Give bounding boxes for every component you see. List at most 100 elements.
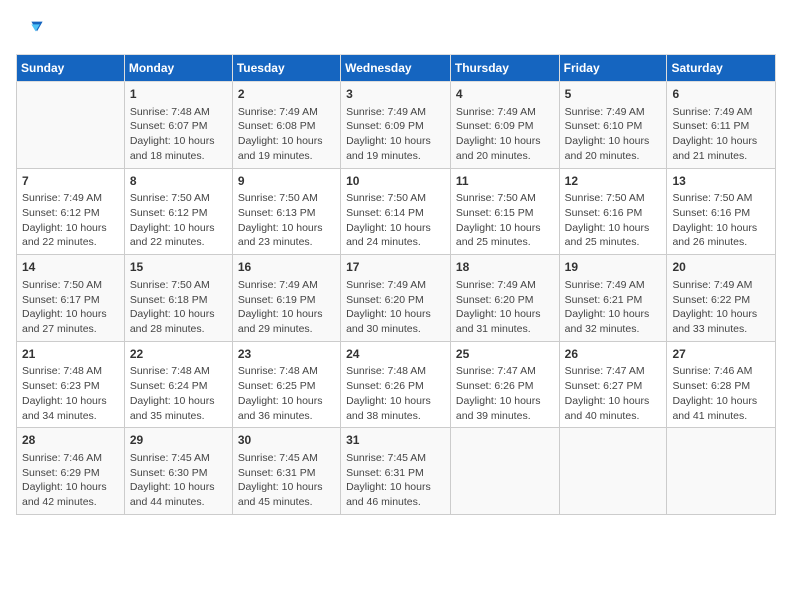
day-cell: 13Sunrise: 7:50 AMSunset: 6:16 PMDayligh… [667,168,776,255]
day-info: Sunrise: 7:48 AMSunset: 6:26 PMDaylight:… [346,364,445,423]
day-info: Sunrise: 7:45 AMSunset: 6:31 PMDaylight:… [346,451,445,510]
day-cell: 8Sunrise: 7:50 AMSunset: 6:12 PMDaylight… [124,168,232,255]
day-number: 24 [346,346,445,363]
day-number: 25 [456,346,554,363]
logo [16,16,48,44]
day-cell: 3 Sunrise: 7:49 AMSunset: 6:09 PMDaylight… [341,82,451,169]
day-number: 19 [565,259,662,276]
day-number: 21 [22,346,119,363]
day-info: Sunrise: 7:50 AMSunset: 6:17 PMDaylight:… [22,278,119,337]
day-info: Sunrise: 7:47 AMSunset: 6:26 PMDaylight:… [456,364,554,423]
day-cell [667,428,776,515]
day-number: 22 [130,346,227,363]
day-cell: 28Sunrise: 7:46 AMSunset: 6:29 PMDayligh… [17,428,125,515]
day-cell: 16 Sunrise: 7:49 AMSunset: 6:19 PMDayligh… [232,255,340,342]
day-number: 28 [22,432,119,449]
day-info: Sunrise: 7:49 AMSunset: 6:12 PMDaylight:… [22,191,119,250]
day-cell: 26Sunrise: 7:47 AMSunset: 6:27 PMDayligh… [559,341,667,428]
day-cell: 25Sunrise: 7:47 AMSunset: 6:26 PMDayligh… [450,341,559,428]
day-cell: 12Sunrise: 7:50 AMSunset: 6:16 PMDayligh… [559,168,667,255]
day-number: 29 [130,432,227,449]
page-header [16,16,776,44]
day-info: Sunrise: 7:49 AMSunset: 6:10 PMDaylight:… [565,105,662,164]
day-cell [450,428,559,515]
day-number: 13 [672,173,770,190]
day-number: 9 [238,173,335,190]
day-cell [17,82,125,169]
day-cell: 5 Sunrise: 7:49 AMSunset: 6:10 PMDaylight… [559,82,667,169]
day-info: Sunrise: 7:49 AMSunset: 6:11 PMDaylight:… [672,105,770,164]
header-day-wednesday: Wednesday [341,55,451,82]
day-info: Sunrise: 7:48 AMSunset: 6:23 PMDaylight:… [22,364,119,423]
day-number: 30 [238,432,335,449]
day-number: 3 [346,86,445,103]
day-info: Sunrise: 7:49 AMSunset: 6:08 PMDaylight:… [238,105,335,164]
header-day-saturday: Saturday [667,55,776,82]
day-info: Sunrise: 7:49 AMSunset: 6:20 PMDaylight:… [346,278,445,337]
day-cell: 10Sunrise: 7:50 AMSunset: 6:14 PMDayligh… [341,168,451,255]
day-number: 23 [238,346,335,363]
day-cell: 31 Sunrise: 7:45 AMSunset: 6:31 PMDayligh… [341,428,451,515]
day-info: Sunrise: 7:50 AMSunset: 6:13 PMDaylight:… [238,191,335,250]
day-number: 18 [456,259,554,276]
day-cell: 21Sunrise: 7:48 AMSunset: 6:23 PMDayligh… [17,341,125,428]
day-info: Sunrise: 7:50 AMSunset: 6:16 PMDaylight:… [565,191,662,250]
day-cell: 1Sunrise: 7:48 AMSunset: 6:07 PMDaylight… [124,82,232,169]
day-number: 26 [565,346,662,363]
day-info: Sunrise: 7:50 AMSunset: 6:16 PMDaylight:… [672,191,770,250]
day-number: 16 [238,259,335,276]
day-number: 31 [346,432,445,449]
day-cell: 14 Sunrise: 7:50 AMSunset: 6:17 PMDayligh… [17,255,125,342]
day-cell: 29 Sunrise: 7:45 AMSunset: 6:30 PMDayligh… [124,428,232,515]
day-cell [559,428,667,515]
day-info: Sunrise: 7:49 AMSunset: 6:20 PMDaylight:… [456,278,554,337]
day-info: Sunrise: 7:45 AMSunset: 6:30 PMDaylight:… [130,451,227,510]
week-row-5: 28Sunrise: 7:46 AMSunset: 6:29 PMDayligh… [17,428,776,515]
day-number: 5 [565,86,662,103]
day-info: Sunrise: 7:49 AMSunset: 6:19 PMDaylight:… [238,278,335,337]
day-number: 6 [672,86,770,103]
day-cell: 11Sunrise: 7:50 AMSunset: 6:15 PMDayligh… [450,168,559,255]
day-number: 7 [22,173,119,190]
day-info: Sunrise: 7:50 AMSunset: 6:12 PMDaylight:… [130,191,227,250]
day-number: 11 [456,173,554,190]
day-cell: 22Sunrise: 7:48 AMSunset: 6:24 PMDayligh… [124,341,232,428]
day-cell: 7Sunrise: 7:49 AMSunset: 6:12 PMDaylight… [17,168,125,255]
week-row-3: 14 Sunrise: 7:50 AMSunset: 6:17 PMDayligh… [17,255,776,342]
day-info: Sunrise: 7:50 AMSunset: 6:15 PMDaylight:… [456,191,554,250]
day-number: 8 [130,173,227,190]
day-number: 17 [346,259,445,276]
day-number: 20 [672,259,770,276]
day-cell: 6 Sunrise: 7:49 AMSunset: 6:11 PMDaylight… [667,82,776,169]
day-info: Sunrise: 7:49 AMSunset: 6:09 PMDaylight:… [346,105,445,164]
week-row-4: 21Sunrise: 7:48 AMSunset: 6:23 PMDayligh… [17,341,776,428]
day-number: 27 [672,346,770,363]
day-cell: 17 Sunrise: 7:49 AMSunset: 6:20 PMDayligh… [341,255,451,342]
day-number: 10 [346,173,445,190]
day-number: 4 [456,86,554,103]
day-cell: 20Sunrise: 7:49 AMSunset: 6:22 PMDayligh… [667,255,776,342]
day-info: Sunrise: 7:48 AMSunset: 6:07 PMDaylight:… [130,105,227,164]
day-number: 12 [565,173,662,190]
day-info: Sunrise: 7:47 AMSunset: 6:27 PMDaylight:… [565,364,662,423]
header-row: SundayMondayTuesdayWednesdayThursdayFrid… [17,55,776,82]
day-info: Sunrise: 7:48 AMSunset: 6:25 PMDaylight:… [238,364,335,423]
header-day-sunday: Sunday [17,55,125,82]
day-info: Sunrise: 7:46 AMSunset: 6:28 PMDaylight:… [672,364,770,423]
day-cell: 2Sunrise: 7:49 AMSunset: 6:08 PMDaylight… [232,82,340,169]
day-cell: 23Sunrise: 7:48 AMSunset: 6:25 PMDayligh… [232,341,340,428]
logo-icon [16,16,44,44]
day-info: Sunrise: 7:50 AMSunset: 6:18 PMDaylight:… [130,278,227,337]
header-day-tuesday: Tuesday [232,55,340,82]
header-day-monday: Monday [124,55,232,82]
week-row-1: 1Sunrise: 7:48 AMSunset: 6:07 PMDaylight… [17,82,776,169]
day-cell: 15Sunrise: 7:50 AMSunset: 6:18 PMDayligh… [124,255,232,342]
day-cell: 18 Sunrise: 7:49 AMSunset: 6:20 PMDayligh… [450,255,559,342]
day-cell: 4Sunrise: 7:49 AMSunset: 6:09 PMDaylight… [450,82,559,169]
day-cell: 30Sunrise: 7:45 AMSunset: 6:31 PMDayligh… [232,428,340,515]
day-cell: 24Sunrise: 7:48 AMSunset: 6:26 PMDayligh… [341,341,451,428]
day-cell: 9Sunrise: 7:50 AMSunset: 6:13 PMDaylight… [232,168,340,255]
header-day-friday: Friday [559,55,667,82]
day-number: 14 [22,259,119,276]
calendar-table: SundayMondayTuesdayWednesdayThursdayFrid… [16,54,776,515]
